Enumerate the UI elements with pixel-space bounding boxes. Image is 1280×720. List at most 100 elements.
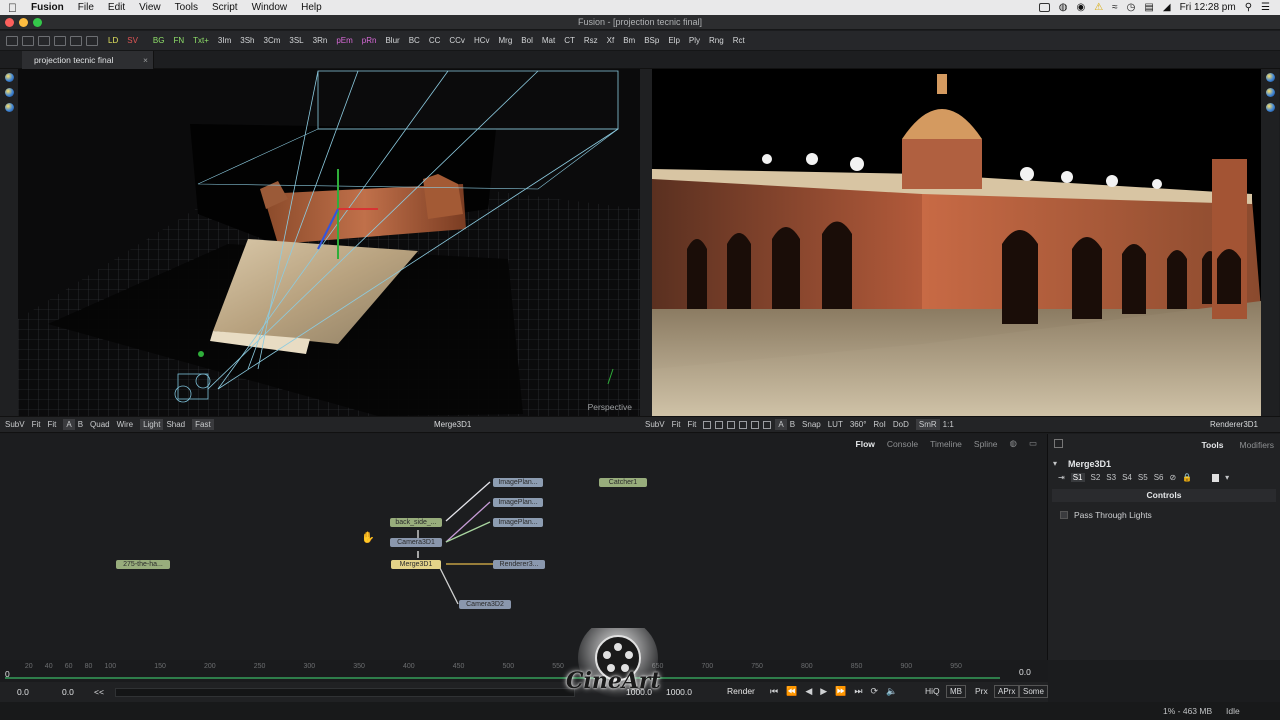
- timeline-ruler[interactable]: 0 20 40 60 80 100 150 200 250 300 350 400 450 500 550 6…: [5, 663, 1000, 679]
- flow-panel[interactable]: Flow Console Timeline Spline ◍ ▭ ImagePl…: [0, 434, 1048, 660]
- tool-ply-button[interactable]: Ply: [689, 36, 700, 45]
- menu-app[interactable]: Fusion: [31, 2, 64, 13]
- viewer-swatch-icon[interactable]: [4, 73, 14, 82]
- channel-a-button[interactable]: A: [775, 419, 787, 430]
- panel-toggle-icon[interactable]: [1054, 439, 1063, 448]
- step-forward-icon[interactable]: ⏩: [835, 686, 846, 697]
- viewer-swatch-icon[interactable]: [4, 88, 14, 97]
- tool-rng-button[interactable]: Rng: [709, 36, 724, 45]
- document-tab[interactable]: projection tecnic final ×: [22, 51, 154, 69]
- tool-bol-button[interactable]: Bol: [521, 36, 533, 45]
- range-back-button[interactable]: <<: [94, 687, 104, 697]
- slot-s5[interactable]: S5: [1138, 473, 1148, 482]
- viewer-divider[interactable]: [640, 69, 652, 416]
- quad-button[interactable]: Quad: [90, 420, 110, 429]
- slot-s6[interactable]: S6: [1154, 473, 1164, 482]
- node-catcher[interactable]: Catcher1: [599, 478, 647, 487]
- audio-icon[interactable]: 🔈: [886, 686, 897, 697]
- fit-button[interactable]: Fit: [672, 420, 681, 429]
- chevron-down-icon[interactable]: ▾: [1225, 473, 1229, 482]
- pin-icon[interactable]: ⇥: [1058, 473, 1065, 482]
- hiq-button[interactable]: HiQ: [925, 686, 940, 696]
- tool-3sl-button[interactable]: 3SL: [289, 36, 303, 45]
- menu-window[interactable]: Window: [252, 2, 288, 13]
- volume-icon[interactable]: ◢: [1163, 2, 1171, 13]
- record-icon[interactable]: ◉: [1076, 2, 1085, 13]
- tool-bm-button[interactable]: Bm: [623, 36, 635, 45]
- menu-tools[interactable]: Tools: [175, 2, 198, 13]
- pass-through-lights-row[interactable]: Pass Through Lights: [1060, 510, 1152, 520]
- smr-button[interactable]: SmR: [915, 419, 940, 430]
- menu-script[interactable]: Script: [212, 2, 238, 13]
- tab-modifiers[interactable]: Modifiers: [1240, 440, 1274, 450]
- tool-icon[interactable]: [739, 420, 748, 429]
- tool-ccv-button[interactable]: CCv: [449, 36, 465, 45]
- tool-fn-button[interactable]: FN: [173, 36, 184, 45]
- tool-3rn-button[interactable]: 3Rn: [313, 36, 328, 45]
- layout-icon[interactable]: [86, 35, 98, 46]
- layout-icon[interactable]: [70, 35, 82, 46]
- node-imageplane-1[interactable]: ImagePlan...: [493, 478, 543, 487]
- node-imageplane-2[interactable]: ImagePlan...: [493, 498, 543, 507]
- node-loader[interactable]: 275-the-ha...: [116, 560, 170, 569]
- inspector-tool-name[interactable]: Merge3D1: [1068, 459, 1111, 469]
- light-button[interactable]: Light: [140, 419, 164, 430]
- menu-file[interactable]: File: [78, 2, 94, 13]
- tool-3sh-button[interactable]: 3Sh: [240, 36, 254, 45]
- apple-icon[interactable]: : [8, 1, 17, 15]
- viewer-swatch-icon[interactable]: [4, 103, 14, 112]
- proxy-button[interactable]: Prx: [975, 686, 988, 696]
- close-icon[interactable]: ×: [143, 51, 148, 69]
- selective-update-button[interactable]: Some: [1019, 685, 1048, 698]
- viewer-2d-render[interactable]: [652, 69, 1261, 416]
- slot-s3[interactable]: S3: [1106, 473, 1116, 482]
- tool-bg-button[interactable]: BG: [153, 36, 165, 45]
- tool-bc-button[interactable]: BC: [409, 36, 420, 45]
- tool-elp-button[interactable]: Elp: [668, 36, 680, 45]
- warning-icon[interactable]: ⚠: [1094, 2, 1103, 13]
- viewer-swatch-icon[interactable]: [1265, 103, 1275, 112]
- timeline-ruler-bar[interactable]: 0 20 40 60 80 100 150 200 250 300 350 400 450 500 550 6…: [0, 660, 1048, 682]
- tool-cc-button[interactable]: CC: [429, 36, 441, 45]
- tool-pem-button[interactable]: pEm: [336, 36, 352, 45]
- close-window-button[interactable]: [5, 18, 14, 27]
- node-renderer3d[interactable]: Renderer3...: [493, 560, 545, 569]
- minimize-window-button[interactable]: [19, 18, 28, 27]
- render-range-slider[interactable]: [115, 688, 575, 697]
- menu-edit[interactable]: Edit: [108, 2, 125, 13]
- play-icon[interactable]: ▶: [820, 686, 827, 697]
- roi-button[interactable]: RoI: [873, 420, 885, 429]
- pass-through-lights-checkbox[interactable]: [1060, 511, 1068, 519]
- display-icon[interactable]: [1038, 3, 1050, 12]
- channel-a-button[interactable]: A: [63, 419, 75, 430]
- clock-icon[interactable]: ◷: [1127, 2, 1136, 13]
- lut-button[interactable]: LUT: [828, 420, 843, 429]
- rewind-icon[interactable]: ⏪: [786, 686, 797, 697]
- tool-rct-button[interactable]: Rct: [733, 36, 745, 45]
- controls-section-header[interactable]: Controls: [1052, 489, 1276, 502]
- auto-proxy-button[interactable]: APrx: [994, 685, 1020, 698]
- fit-mode-button[interactable]: Fit: [47, 420, 56, 429]
- snap-button[interactable]: Snap: [802, 420, 821, 429]
- zoom-window-button[interactable]: [33, 18, 42, 27]
- tool-sv-button[interactable]: SV: [127, 36, 138, 45]
- tool-bsp-button[interactable]: BSp: [644, 36, 659, 45]
- viewer-3d-perspective[interactable]: Perspective: [18, 69, 640, 416]
- channel-b-button[interactable]: B: [78, 420, 83, 429]
- lock-icon[interactable]: 🔒: [1182, 473, 1192, 482]
- fit-button[interactable]: Fit: [32, 420, 41, 429]
- step-back-icon[interactable]: ◀: [805, 686, 812, 697]
- stereo-360-button[interactable]: 360°: [850, 420, 867, 429]
- tool-3im-button[interactable]: 3Im: [218, 36, 231, 45]
- go-to-end-icon[interactable]: ⏭: [854, 686, 862, 697]
- render-start-field[interactable]: 0.0: [62, 687, 74, 697]
- search-icon[interactable]: ⚲: [1245, 2, 1252, 13]
- layout-icon[interactable]: [6, 35, 18, 46]
- motion-blur-button[interactable]: MB: [946, 685, 966, 698]
- shadow-button[interactable]: Shad: [166, 420, 185, 429]
- disable-icon[interactable]: ⊘: [1169, 473, 1176, 482]
- tool-icon[interactable]: [751, 420, 760, 429]
- clock-text[interactable]: Fri 12:28 pm: [1180, 2, 1236, 13]
- tool-txt-button[interactable]: Txt+: [193, 36, 209, 45]
- chevron-down-icon[interactable]: ▾: [1053, 459, 1057, 468]
